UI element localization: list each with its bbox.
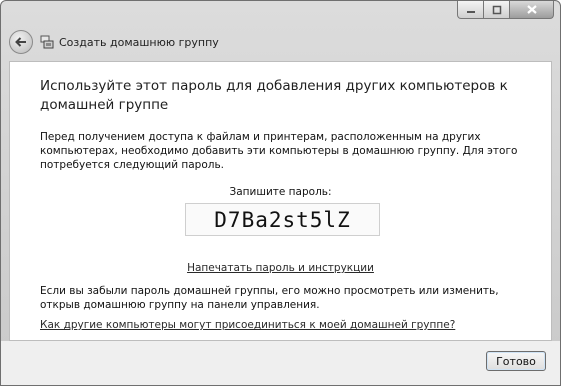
footer-bar: Готово — [1, 341, 560, 385]
close-button[interactable] — [510, 1, 554, 19]
dialog-window: Создать домашнюю группу Используйте этот… — [0, 0, 561, 386]
window-controls — [457, 1, 554, 20]
close-icon — [526, 5, 537, 14]
navigation-bar: Создать домашнюю группу — [1, 23, 560, 61]
print-password-link[interactable]: Напечатать пароль и инструкции — [10, 262, 551, 274]
homegroup-icon — [40, 35, 54, 49]
back-arrow-icon — [15, 37, 26, 47]
window-title: Создать домашнюю группу — [59, 35, 219, 49]
done-button[interactable]: Готово — [486, 351, 546, 371]
maximize-button[interactable] — [484, 1, 510, 19]
back-button[interactable] — [9, 30, 33, 54]
forgot-password-text: Если вы забыли пароль домашней группы, е… — [40, 285, 499, 311]
minimize-button[interactable] — [457, 1, 484, 19]
password-display: D7Ba2st5lZ — [185, 203, 380, 236]
content-panel: Используйте этот пароль для добавления д… — [9, 61, 552, 341]
intro-text: Перед получением доступа к файлам и прин… — [40, 131, 518, 171]
how-to-join-link[interactable]: Как другие компьютеры могут присоединить… — [40, 319, 455, 331]
maximize-icon — [492, 5, 501, 14]
page-heading: Используйте этот пароль для добавления д… — [40, 78, 508, 113]
minimize-icon — [466, 10, 475, 13]
password-label: Запишите пароль: — [229, 186, 332, 198]
